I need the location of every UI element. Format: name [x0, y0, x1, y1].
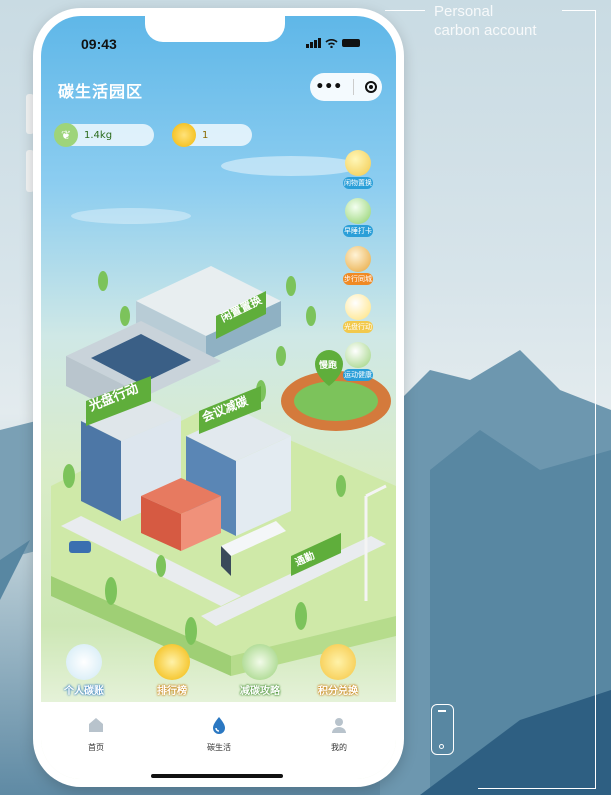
shoes-icon: [345, 246, 371, 272]
side-item-walk[interactable]: 步行同城: [343, 246, 373, 286]
frame-line-bottom: [478, 788, 596, 789]
tab-label: 首页: [88, 743, 104, 752]
svg-text:慢跑: 慢跑: [319, 359, 337, 371]
basket-icon: [345, 150, 371, 176]
tab-carbon-life[interactable]: 碳生活: [189, 716, 249, 753]
exchange-icon: [320, 644, 356, 680]
side-item-clean-plate[interactable]: 光盘行动: [343, 294, 373, 334]
side-item-label: 早睡打卡: [343, 225, 373, 237]
signal-icon: [306, 38, 321, 48]
coin-stat[interactable]: 1: [172, 123, 252, 147]
user-icon: [332, 718, 346, 733]
side-item-sport[interactable]: 运动健康: [343, 342, 373, 382]
ledger-icon: [66, 644, 102, 680]
side-item-idle-exchange[interactable]: 闲物置换: [343, 150, 373, 190]
status-icons: [306, 38, 360, 48]
caption-line1: Personal: [434, 3, 494, 20]
caption: Personal carbon account: [434, 2, 537, 40]
plate-icon: [345, 294, 371, 320]
tab-home[interactable]: 首页: [66, 716, 126, 753]
action-points-exchange[interactable]: 积分兑换: [303, 644, 373, 697]
side-item-early-sleep[interactable]: 早睡打卡: [343, 198, 373, 238]
action-personal-ledger[interactable]: 个人碳账: [49, 644, 119, 697]
flag-icon: [345, 198, 371, 224]
frame-line-top: [385, 10, 425, 11]
leaf-icon: ❦: [54, 123, 78, 147]
home-icon: [89, 718, 103, 732]
tab-label: 我的: [331, 743, 347, 752]
side-item-label: 光盘行动: [343, 321, 373, 333]
carbon-value: 1.4kg: [84, 129, 113, 141]
action-guide[interactable]: 减碳攻略: [225, 644, 295, 697]
tab-label: 碳生活: [207, 743, 231, 752]
notch: [145, 16, 285, 42]
home-indicator: [151, 774, 283, 778]
drop-icon: [213, 717, 225, 734]
action-label: 个人碳账: [64, 686, 104, 697]
side-item-label: 运动健康: [343, 369, 373, 381]
mini-program-capsule: •••: [310, 73, 382, 101]
more-button[interactable]: •••: [315, 79, 342, 95]
app-screen: 闲置置换 光盘行动 会议减碳 慢跑 通勤 09:43 碳生活园区 ••• ❦ 1…: [41, 16, 396, 779]
phone-icon: [431, 704, 454, 755]
wifi-icon: [325, 39, 338, 48]
frame-line-right: [595, 10, 596, 788]
status-time: 09:43: [81, 36, 117, 52]
action-label: 减碳攻略: [240, 686, 280, 697]
frame-line-top-right: [562, 10, 596, 11]
battery-icon: [342, 39, 360, 47]
tab-bar: 首页 碳生活 我的: [41, 702, 396, 779]
trophy-icon: [154, 644, 190, 680]
side-item-label: 步行同城: [343, 273, 373, 285]
guide-icon: [242, 644, 278, 680]
tab-mine[interactable]: 我的: [309, 716, 369, 753]
page-title: 碳生活园区: [58, 82, 144, 101]
running-icon: [345, 342, 371, 368]
action-label: 积分兑换: [318, 686, 358, 697]
coin-icon: [172, 123, 196, 147]
side-item-label: 闲物置换: [343, 177, 373, 189]
coin-value: 1: [202, 129, 209, 141]
capsule-divider: [352, 79, 354, 95]
caption-line2: carbon account: [434, 22, 537, 39]
action-leaderboard[interactable]: 排行榜: [137, 644, 207, 697]
close-target-icon[interactable]: [364, 81, 377, 93]
carbon-stat[interactable]: ❦ 1.4kg: [54, 123, 154, 147]
action-label: 排行榜: [157, 686, 187, 697]
